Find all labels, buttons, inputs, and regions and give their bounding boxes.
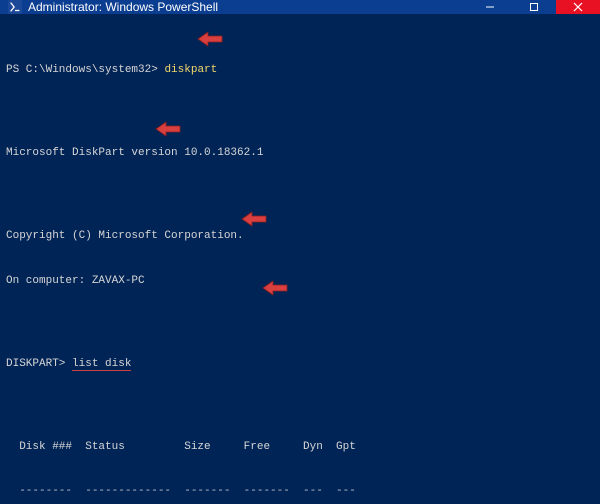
console-output[interactable]: PS C:\Windows\system32> diskpart Microso…	[0, 14, 600, 504]
window-title: Administrator: Windows PowerShell	[28, 0, 468, 14]
powershell-icon	[8, 0, 22, 14]
table-separator: -------- ------------- ------- ------- -…	[6, 484, 594, 499]
close-button[interactable]	[556, 0, 600, 14]
command-text: diskpart	[164, 64, 217, 76]
annotation-arrow-icon	[170, 15, 198, 33]
maximize-button[interactable]	[512, 0, 556, 14]
copyright-line: Copyright (C) Microsoft Corporation.	[6, 229, 594, 244]
prompt-line: PS C:\Windows\system32> diskpart	[6, 63, 594, 78]
version-line: Microsoft DiskPart version 10.0.18362.1	[6, 146, 594, 161]
command-text: list disk	[72, 358, 131, 371]
title-bar: Administrator: Windows PowerShell	[0, 0, 600, 14]
prompt-line: DISKPART> list disk	[6, 357, 594, 372]
minimize-button[interactable]	[468, 0, 512, 14]
window-controls	[468, 0, 600, 14]
table-header: Disk ### Status Size Free Dyn Gpt	[6, 440, 594, 455]
computer-line: On computer: ZAVAX-PC	[6, 274, 594, 289]
